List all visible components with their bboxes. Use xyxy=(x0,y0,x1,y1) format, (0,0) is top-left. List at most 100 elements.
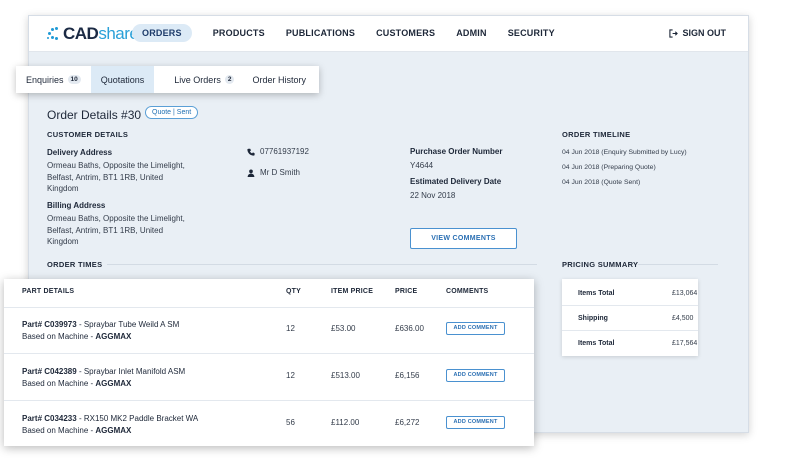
nav-products[interactable]: PRODUCTS xyxy=(213,24,265,42)
column-header-comments: COMMENTS xyxy=(446,288,489,295)
qty-cell: 12 xyxy=(286,371,295,380)
divider xyxy=(107,264,537,265)
nav-customers[interactable]: CUSTOMERS xyxy=(376,24,435,42)
machine-name: AGGMAX xyxy=(95,425,132,435)
column-header-part: PART DETAILS xyxy=(22,288,75,295)
count-badge: 10 xyxy=(67,75,81,84)
tab-quotations[interactable]: Quotations xyxy=(90,66,155,93)
po-number-value: Y4644 xyxy=(410,161,434,170)
qty-cell: 12 xyxy=(286,324,295,333)
part-number: Part# C042389 xyxy=(22,367,77,376)
order-title: Order Details #30 xyxy=(47,108,142,122)
view-comments-button[interactable]: VIEW COMMENTS xyxy=(410,228,517,249)
column-header-price: PRICE xyxy=(395,288,418,295)
phone-number: 07761937192 xyxy=(260,147,309,156)
table-row: Part# C042389 - Spraybar Inlet Manifold … xyxy=(4,354,534,401)
top-navigation-bar: CAD share ORDERS PRODUCTS PUBLICATIONS CU… xyxy=(29,16,748,52)
contact-person: Mr D Smith xyxy=(247,168,300,177)
item-price-cell: £112.00 xyxy=(331,418,360,427)
status-badge: Quote | Sent xyxy=(145,106,199,119)
tab-label: Enquiries xyxy=(26,74,64,85)
phone-contact: 07761937192 xyxy=(247,147,309,156)
machine-name: AGGMAX xyxy=(95,378,132,388)
delivery-date-label: Estimated Delivery Date xyxy=(410,177,502,186)
add-comment-button[interactable]: ADD COMMENT xyxy=(446,416,505,429)
add-comment-button[interactable]: ADD COMMENT xyxy=(446,322,505,335)
pricing-summary-card: Items Total £13,064 Shipping £4,500 Item… xyxy=(562,279,698,356)
count-badge: 2 xyxy=(224,75,235,84)
delivery-line-1: Ormeau Baths, Opposite the Limelight, xyxy=(47,161,185,170)
screen: CAD share ORDERS PRODUCTS PUBLICATIONS CU… xyxy=(0,0,800,458)
pricing-row: Items Total £17,564 xyxy=(562,331,698,356)
tab-label: Live Orders xyxy=(174,74,221,85)
table-row: Part# C034233 - RX150 MK2 Paddle Bracket… xyxy=(4,401,534,448)
order-timeline-list: 04 Jun 2018 (Enquiry Submitted by Lucy) … xyxy=(562,149,687,194)
price-cell: £6,272 xyxy=(395,418,420,427)
divider xyxy=(638,264,718,265)
price-cell: £6,156 xyxy=(395,371,420,380)
delivery-address-label: Delivery Address xyxy=(47,148,113,157)
order-tabs: Enquiries 10 Quotations Live Orders 2 Or… xyxy=(16,66,319,93)
part-number: Part# C034233 xyxy=(22,414,77,423)
nav-security[interactable]: SECURITY xyxy=(508,24,555,42)
part-description: - Spraybar Inlet Manifold ASM xyxy=(76,367,186,376)
pricing-value: £13,064 xyxy=(672,289,698,297)
sign-out-label: SIGN OUT xyxy=(682,28,726,38)
part-details: Part# C039973 - Spraybar Tube Weild A SM… xyxy=(22,319,179,342)
qty-cell: 56 xyxy=(286,418,295,427)
pricing-value: £4,500 xyxy=(672,314,694,322)
customer-details-heading: CUSTOMER DETAILS xyxy=(47,130,129,139)
nav-orders[interactable]: ORDERS xyxy=(132,24,192,42)
pricing-row: Shipping £4,500 xyxy=(562,306,698,331)
billing-line-1: Ormeau Baths, Opposite the Limelight, xyxy=(47,214,185,223)
item-price-cell: £513.00 xyxy=(331,371,360,380)
part-description: - RX150 MK2 Paddle Bracket WA xyxy=(76,414,199,423)
parts-table: PART DETAILS QTY ITEM PRICE PRICE COMMEN… xyxy=(4,279,534,446)
billing-address: Ormeau Baths, Opposite the Limelight, Be… xyxy=(47,213,185,248)
main-nav: ORDERS PRODUCTS PUBLICATIONS CUSTOMERS A… xyxy=(132,24,576,42)
delivery-line-3: Kingdom xyxy=(47,184,79,193)
billing-line-2: Belfast, Antrim, BT1 1RB, United xyxy=(47,225,164,235)
timeline-entry: 04 Jun 2018 (Enquiry Submitted by Lucy) xyxy=(562,149,687,156)
cadshare-logo[interactable]: CAD share xyxy=(47,23,139,45)
machine-name: AGGMAX xyxy=(95,331,132,341)
po-number-label: Purchase Order Number xyxy=(410,147,503,156)
order-timeline-heading: ORDER TIMELINE xyxy=(562,130,631,139)
nav-admin[interactable]: ADMIN xyxy=(456,24,487,42)
phone-icon xyxy=(247,148,255,156)
column-header-qty: QTY xyxy=(286,288,301,295)
pricing-key: Items Total xyxy=(578,289,615,297)
tab-enquiries[interactable]: Enquiries 10 xyxy=(16,66,91,93)
tab-live-orders[interactable]: Live Orders 2 xyxy=(154,66,244,93)
machine-prefix: Based on Machine - xyxy=(22,378,96,388)
billing-line-3: Kingdom xyxy=(47,237,79,246)
pricing-value: £17,564 xyxy=(672,340,698,347)
sign-out-icon xyxy=(669,28,679,38)
part-number: Part# C039973 xyxy=(22,320,77,329)
timeline-entry: 04 Jun 2018 (Quote Sent) xyxy=(562,179,641,186)
add-comment-button[interactable]: ADD COMMENT xyxy=(446,369,505,382)
machine-prefix: Based on Machine - xyxy=(22,425,96,435)
sign-out-button[interactable]: SIGN OUT xyxy=(669,28,726,38)
table-row: Part# C039973 - Spraybar Tube Weild A SM… xyxy=(4,307,534,354)
pricing-summary-heading: PRICING SUMMARY xyxy=(562,260,639,269)
pricing-key: Items Total xyxy=(578,340,615,347)
item-price-cell: £53.00 xyxy=(331,324,356,333)
billing-address-label: Billing Address xyxy=(47,201,106,210)
order-times-heading: ORDER TIMES xyxy=(47,260,103,269)
delivery-date-value: 22 Nov 2018 xyxy=(410,191,456,200)
tab-label: Quotations xyxy=(100,74,145,85)
pricing-row: Items Total £13,064 xyxy=(562,281,698,306)
logo-text-bold: CAD xyxy=(63,24,99,43)
user-icon xyxy=(247,169,255,177)
tab-label: Order History xyxy=(252,74,306,85)
machine-prefix: Based on Machine - xyxy=(22,331,96,341)
pricing-key: Shipping xyxy=(578,314,608,322)
logo-dots-icon xyxy=(47,27,61,41)
delivery-line-2: Belfast, Antrim, BT1 1RB, United xyxy=(47,172,164,182)
nav-publications[interactable]: PUBLICATIONS xyxy=(286,24,355,42)
tab-order-history[interactable]: Order History xyxy=(244,66,316,93)
column-header-item-price: ITEM PRICE xyxy=(331,288,374,295)
contact-name: Mr D Smith xyxy=(260,168,300,177)
delivery-address: Ormeau Baths, Opposite the Limelight, Be… xyxy=(47,160,185,195)
